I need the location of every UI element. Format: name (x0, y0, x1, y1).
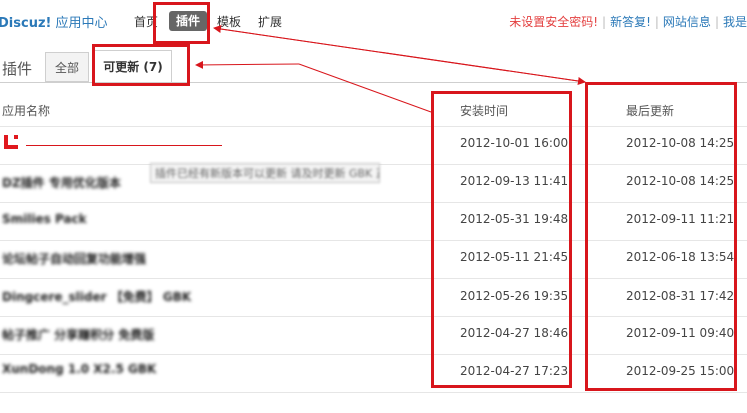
annotation-arrows (195, 25, 586, 113)
